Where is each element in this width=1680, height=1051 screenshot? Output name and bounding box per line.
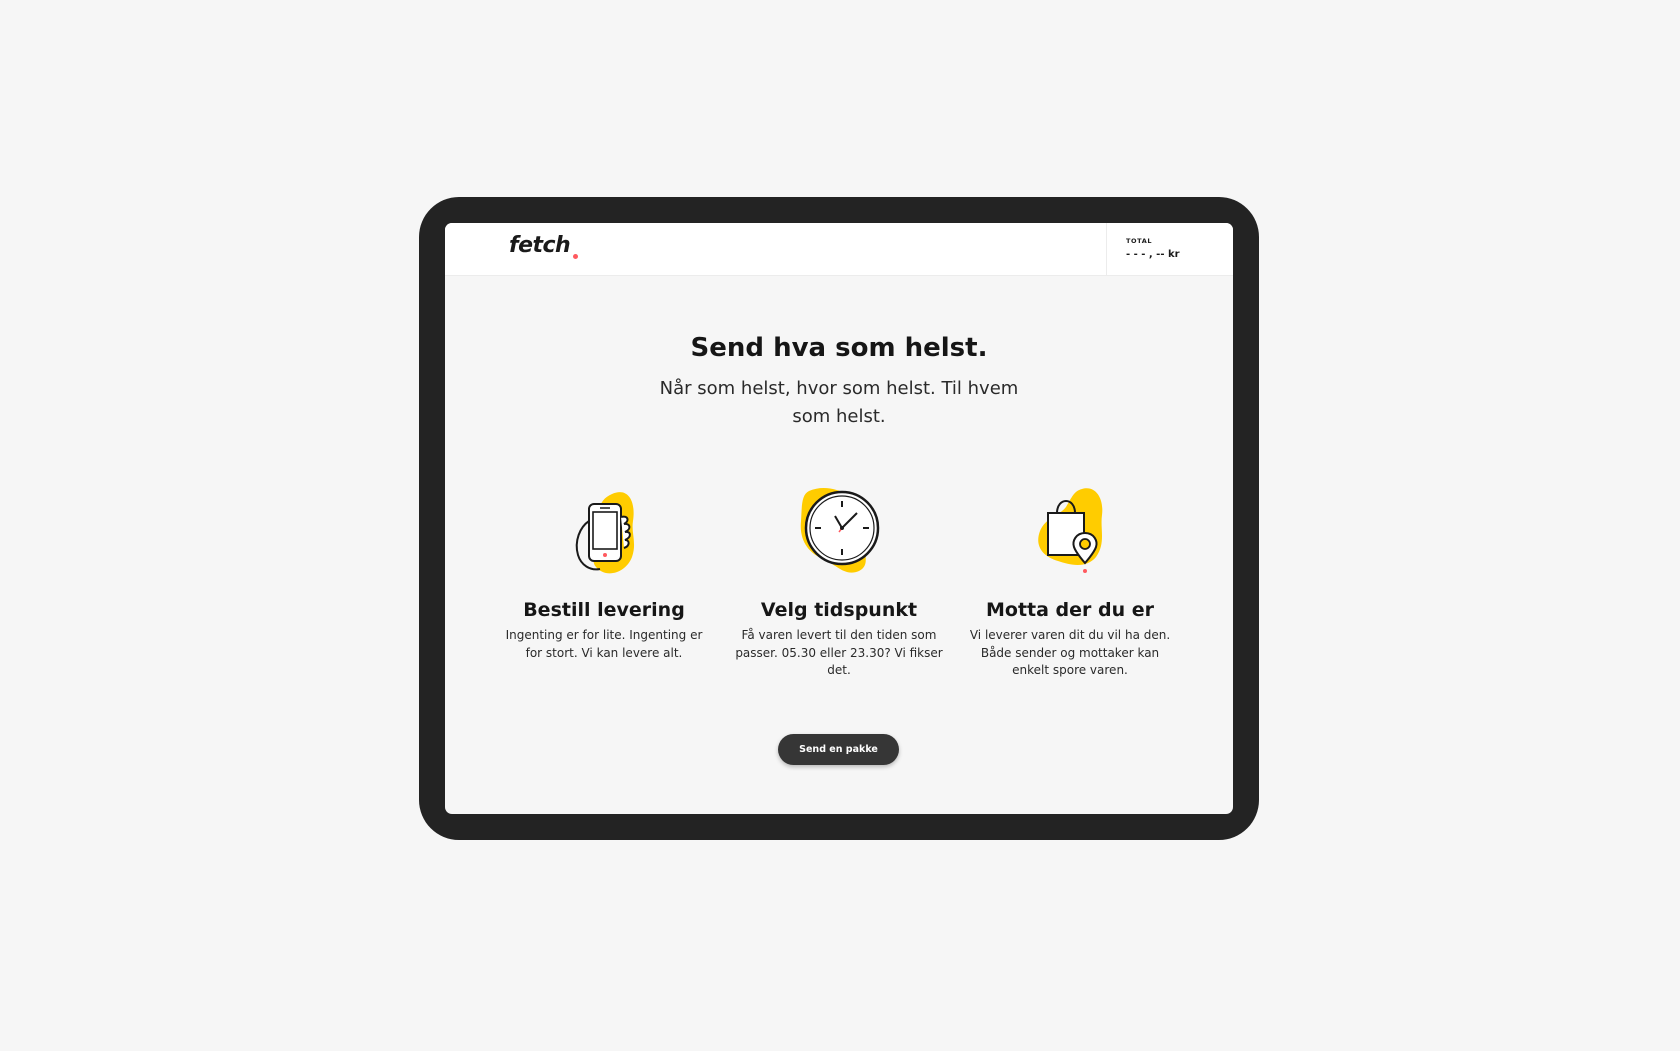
tablet-frame: fetch TOTAL - - - , -- kr Send hva som h…: [419, 197, 1259, 840]
app-screen: fetch TOTAL - - - , -- kr Send hva som h…: [445, 223, 1233, 814]
top-bar: fetch TOTAL - - - , -- kr: [445, 223, 1233, 276]
total-summary: TOTAL - - - , -- kr: [1106, 223, 1233, 275]
phone-in-hand-icon: [544, 481, 664, 591]
send-package-button[interactable]: Send en pakke: [778, 734, 899, 765]
feature-description: Få varen levert til den tiden som passer…: [735, 628, 943, 677]
feature-description: Ingenting er for lite. Ingenting er for …: [505, 628, 703, 660]
page-background: fetch TOTAL - - - , -- kr Send hva som h…: [0, 0, 1680, 1051]
fetch-logo[interactable]: fetch: [509, 233, 571, 258]
feature-order-delivery: Bestill levering Ingenting er for lite. …: [499, 481, 709, 662]
feature-title: Motta der du er: [985, 599, 1155, 621]
total-label: TOTAL: [1126, 237, 1153, 245]
logo-dot: [573, 254, 578, 259]
feature-receive-anywhere: Motta der du er Vi leverer varen dit du …: [965, 481, 1175, 680]
total-value: - - - , -- kr: [1126, 249, 1180, 260]
feature-choose-time: Velg tidspunkt Få varen levert til den t…: [734, 481, 944, 680]
feature-title: Velg tidspunkt: [760, 599, 918, 621]
feature-description: Vi leverer varen dit du vil ha den. Både…: [969, 628, 1171, 677]
page-subtitle: Når som helst, hvor som helst. Til hvem …: [659, 378, 1019, 427]
page-title: Send hva som helst.: [690, 333, 988, 363]
clock-icon: [779, 481, 899, 591]
feature-title: Bestill levering: [523, 599, 685, 621]
bag-location-icon: [1010, 481, 1130, 591]
